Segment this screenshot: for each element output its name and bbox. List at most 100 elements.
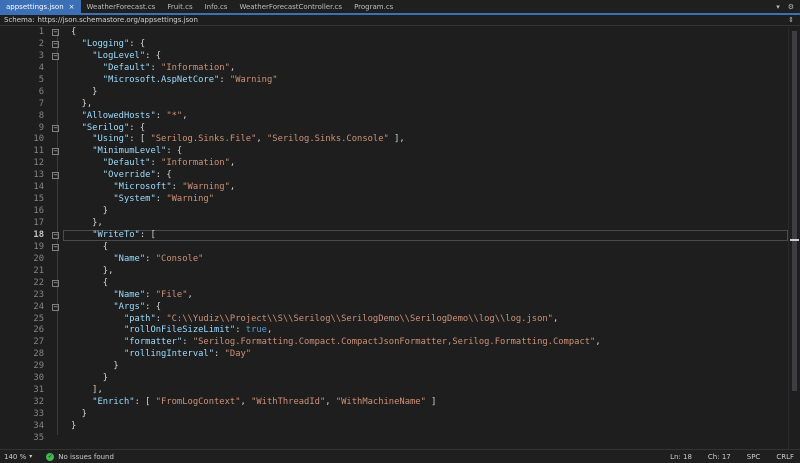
code-line[interactable]: 27 "formatter": "Serilog.Formatting.Comp… [0, 337, 800, 349]
json-string: "Serilog.Sinks.Console" [266, 134, 389, 145]
code-line[interactable]: 22− { [0, 278, 800, 290]
code-text: "Name": "File", [71, 289, 192, 302]
code-line[interactable]: 9− "Serilog": { [0, 123, 800, 135]
code-line[interactable]: 19− { [0, 242, 800, 254]
code-line[interactable]: 30 } [0, 373, 800, 385]
code-line[interactable]: 11− "MinimumLevel": { [0, 146, 800, 158]
line-number: 35 [33, 432, 44, 443]
json-key: "WriteTo" [92, 229, 140, 240]
schema-url[interactable]: https://json.schemastore.org/appsettings… [38, 16, 198, 24]
code-line[interactable]: 14 "Microsoft": "Warning", [0, 182, 800, 194]
code-line[interactable]: 7 }, [0, 99, 800, 111]
line-indicator[interactable]: Ln: 18 [670, 453, 692, 461]
code-line[interactable]: 34} [0, 421, 800, 433]
tab-appsettings-json[interactable]: appsettings.json × [0, 0, 81, 13]
code-line[interactable]: 15 "System": "Warning" [0, 194, 800, 206]
code-line[interactable]: 26 "rollOnFileSizeLimit": true, [0, 325, 800, 337]
tab-program-cs[interactable]: Program.cs [348, 0, 399, 13]
code-line[interactable]: 35 [0, 433, 800, 445]
fold-toggle-icon[interactable]: − [52, 303, 59, 311]
json-punctuation: }, [71, 218, 103, 228]
fold-toggle-icon[interactable]: − [52, 172, 59, 180]
code-editor[interactable]: 1−{2− "Logging": {3− "LogLevel": {4 "Def… [0, 27, 800, 449]
zoom-control[interactable]: 140 % ▾ [0, 453, 36, 461]
json-punctuation [71, 397, 92, 407]
json-punctuation: } [71, 361, 119, 372]
tab-info-cs[interactable]: Info.cs [199, 0, 234, 13]
code-line[interactable]: 10 "Using": [ "Serilog.Sinks.File", "Ser… [0, 134, 800, 146]
fold-toggle-icon[interactable]: − [52, 231, 59, 239]
json-punctuation: , [595, 337, 601, 348]
line-number: 18 [33, 229, 44, 240]
code-line[interactable]: 2− "Logging": { [0, 39, 800, 51]
code-line[interactable]: 6 } [0, 87, 800, 99]
fold-toggle-icon[interactable]: − [52, 148, 59, 156]
code-line[interactable]: 21 }, [0, 266, 800, 278]
tab-weatherforecast-cs[interactable]: WeatherForecast.cs [81, 0, 162, 13]
indent-mode[interactable]: SPC [747, 453, 761, 461]
column-indicator[interactable]: Ch: 17 [708, 453, 731, 461]
fold-toggle-icon[interactable]: − [52, 52, 59, 60]
code-text: "Args": { [71, 302, 161, 314]
tab-list-dropdown-icon[interactable]: ▾ [776, 3, 780, 11]
json-punctuation: ], [71, 385, 103, 396]
close-icon[interactable]: × [69, 3, 75, 11]
code-line[interactable]: 1 − { [0, 27, 800, 39]
issues-indicator[interactable]: ✓ No issues found [46, 452, 114, 461]
code-line[interactable]: 16 } [0, 206, 800, 218]
code-line[interactable]: 20 "Name": "Console" [0, 254, 800, 266]
code-line[interactable]: 5 "Microsoft.AspNetCore": "Warning" [0, 75, 800, 87]
settings-icon[interactable]: ⚙ [788, 3, 794, 11]
code-text: "path": "C:\\Yudiz\\Project\\S\\Serilog\… [71, 314, 558, 326]
code-line[interactable]: 32 "Enrich": [ "FromLogContext", "WithTh… [0, 397, 800, 409]
fold-toggle-icon[interactable]: − [52, 279, 59, 287]
code-line[interactable]: 8 "AllowedHosts": "*", [0, 111, 800, 123]
vertical-scrollbar[interactable] [788, 27, 800, 449]
split-expand-icon[interactable]: ⇕ [788, 16, 794, 24]
code-text: "Default": "Information", [71, 158, 235, 170]
line-number: 23 [33, 289, 44, 300]
json-punctuation [71, 182, 113, 192]
tab-fruit-cs[interactable]: Fruit.cs [161, 0, 198, 13]
fold-toggle-icon[interactable]: − [52, 243, 59, 251]
fold-toggle-icon[interactable]: − [52, 124, 59, 132]
code-line[interactable]: 24− "Args": { [0, 302, 800, 314]
code-text: "Logging": { [71, 39, 146, 51]
code-line[interactable]: 12 "Default": "Information", [0, 158, 800, 170]
json-punctuation: }, [71, 98, 93, 109]
code-line[interactable]: 3− "LogLevel": { [0, 51, 800, 63]
line-number: 21 [33, 265, 44, 276]
json-punctuation: , [240, 397, 252, 408]
line-number: 29 [33, 361, 44, 372]
fold-toggle-icon[interactable]: − [52, 40, 59, 48]
json-key: "Name" [113, 289, 146, 300]
code-line[interactable]: 25 "path": "C:\\Yudiz\\Project\\S\\Seril… [0, 314, 800, 326]
line-number: 20 [33, 253, 44, 264]
code-line[interactable]: 29 } [0, 361, 800, 373]
json-punctuation: : [ [129, 134, 151, 145]
line-ending[interactable]: CRLF [776, 453, 794, 461]
code-line[interactable]: 17 }, [0, 218, 800, 230]
json-string: "C:\\Yudiz\\Project\\S\\Serilog\\Serilog… [166, 313, 553, 324]
line-number: 19 [33, 241, 44, 252]
json-punctuation: : [219, 74, 230, 85]
json-punctuation [71, 158, 103, 168]
json-string: "Information" [161, 62, 230, 73]
code-line[interactable]: 13− "Override": { [0, 170, 800, 182]
code-line[interactable]: 4 "Default": "Information", [0, 63, 800, 75]
code-line[interactable]: 31 ], [0, 385, 800, 397]
code-line[interactable]: 23 "Name": "File", [0, 290, 800, 302]
fold-toggle-icon[interactable]: − [52, 29, 59, 36]
code-line[interactable]: 33 } [0, 409, 800, 421]
code-line[interactable]: 28 "rollingInterval": "Day" [0, 349, 800, 361]
json-punctuation: : { [129, 122, 146, 133]
tab-weatherforecastcontroller-cs[interactable]: WeatherForecastController.cs [233, 0, 348, 13]
json-punctuation: : { [145, 50, 162, 61]
scrollbar-thumb[interactable] [792, 31, 797, 391]
code-text: } [71, 409, 87, 421]
json-key: "Name" [113, 253, 146, 264]
code-text: "rollingInterval": "Day" [71, 349, 251, 361]
json-punctuation: { [71, 241, 109, 252]
code-line[interactable]: 18− "WriteTo": [ [0, 229, 800, 242]
line-number: 2 [38, 38, 44, 49]
